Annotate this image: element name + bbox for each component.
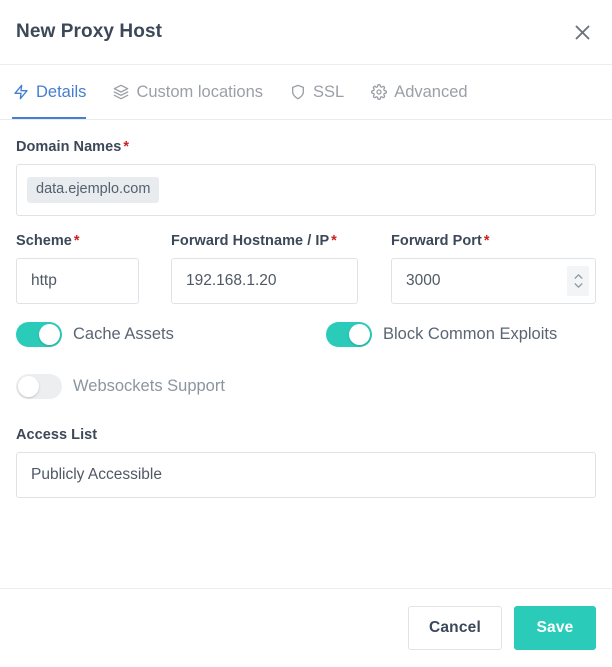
forward-port-label: Forward Port *: [391, 233, 596, 249]
scheme-select[interactable]: http: [16, 258, 139, 304]
forward-port-label-text: Forward Port: [391, 233, 482, 249]
new-proxy-host-modal: New Proxy Host Details Custom locations …: [0, 0, 612, 667]
tab-custom-locations[interactable]: Custom locations: [112, 65, 263, 119]
modal-header: New Proxy Host: [0, 0, 612, 65]
modal-footer: Cancel Save: [0, 588, 612, 667]
access-list-select[interactable]: Publicly Accessible: [16, 452, 596, 498]
tab-bar: Details Custom locations SSL Advanced: [0, 65, 612, 120]
scheme-label: Scheme *: [16, 233, 139, 249]
block-common-exploits-label: Block Common Exploits: [383, 325, 558, 343]
toggle-row-1: Cache Assets Block Common Exploits: [16, 322, 596, 347]
forward-port-wrap: 3000: [391, 258, 596, 304]
field-access-list: Access List Publicly Accessible: [16, 427, 596, 498]
toggles-section: Cache Assets Block Common Exploits Webso…: [16, 322, 596, 399]
tab-details[interactable]: Details: [12, 65, 87, 119]
toggle-cache-assets[interactable]: Cache Assets: [16, 322, 326, 347]
field-forward-port: Forward Port * 3000: [391, 233, 596, 304]
page-title: New Proxy Host: [16, 21, 163, 42]
required-asterisk: *: [123, 139, 130, 155]
scheme-label-text: Scheme: [16, 233, 72, 249]
websockets-support-switch[interactable]: [16, 374, 62, 399]
chevron-up-icon: [574, 274, 582, 279]
shield-icon: [289, 84, 306, 101]
forward-hostname-input[interactable]: 192.168.1.20: [171, 258, 358, 304]
close-icon[interactable]: [568, 18, 596, 46]
domain-names-label: Domain Names *: [16, 139, 596, 155]
cancel-button[interactable]: Cancel: [407, 606, 502, 650]
chevron-down-icon: [574, 283, 582, 288]
cache-assets-label: Cache Assets: [73, 325, 174, 343]
tab-custom-locations-label: Custom locations: [136, 83, 263, 102]
save-button[interactable]: Save: [514, 606, 596, 650]
domain-tag[interactable]: data.ejemplo.com: [27, 176, 160, 204]
forward-port-input[interactable]: 3000: [391, 258, 596, 304]
block-common-exploits-switch[interactable]: [326, 322, 372, 347]
tab-advanced-label: Advanced: [394, 83, 468, 102]
required-asterisk: *: [331, 233, 337, 249]
field-forward-hostname: Forward Hostname / IP * 192.168.1.20: [171, 233, 391, 304]
required-asterisk: *: [483, 233, 490, 249]
domain-names-label-text: Domain Names: [16, 139, 122, 155]
cache-assets-switch[interactable]: [16, 322, 62, 347]
number-stepper[interactable]: [567, 266, 589, 296]
forward-hostname-label: Forward Hostname / IP *: [171, 233, 358, 249]
websockets-support-label: Websockets Support: [73, 377, 225, 395]
layers-icon: [112, 84, 129, 101]
forward-settings-row: Scheme * http Forward Hostname / IP * 192.…: [16, 233, 596, 304]
forward-hostname-label-text: Forward Hostname / IP: [171, 233, 330, 249]
toggle-row-2: Websockets Support: [16, 374, 596, 399]
tab-details-label: Details: [36, 83, 87, 102]
tab-advanced[interactable]: Advanced: [370, 65, 468, 119]
bolt-icon: [12, 84, 29, 101]
tab-ssl[interactable]: SSL: [289, 65, 344, 119]
access-list-label: Access List: [16, 427, 98, 443]
form-body: Domain Names * data.ejemplo.com Scheme * h…: [0, 120, 612, 588]
domain-names-input[interactable]: data.ejemplo.com: [16, 164, 596, 216]
field-scheme: Scheme * http: [16, 233, 171, 304]
tab-ssl-label: SSL: [313, 83, 345, 102]
toggle-block-common-exploits[interactable]: Block Common Exploits: [326, 322, 557, 347]
field-domain-names: Domain Names * data.ejemplo.com: [16, 139, 596, 216]
required-asterisk: *: [73, 233, 80, 249]
toggle-websockets-support[interactable]: Websockets Support: [16, 374, 326, 399]
gear-icon: [370, 84, 387, 101]
